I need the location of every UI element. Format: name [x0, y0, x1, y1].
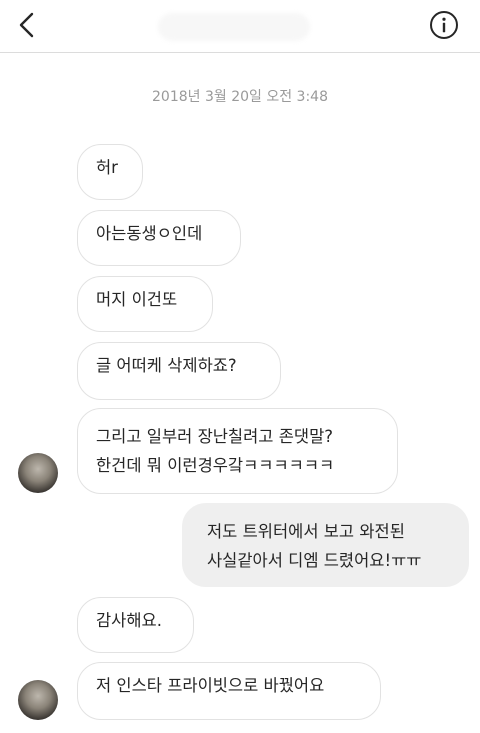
- message-bubble-incoming[interactable]: 그리고 일부러 장난칠려고 존댓말? 한건데 뭐 이런경우갘ㅋㅋㅋㅋㅋㅋ: [77, 408, 398, 494]
- message-text-line: 한건데 뭐 이런경우갘ㅋㅋㅋㅋㅋㅋ: [96, 456, 335, 475]
- chevron-left-icon: [19, 12, 34, 38]
- back-button[interactable]: [10, 8, 44, 42]
- message-text-line: 그리고 일부러 장난칠려고 존댓말?: [96, 427, 334, 446]
- message-text: 허r: [96, 158, 118, 177]
- message-text: 아는동생ㅇ인데: [96, 224, 203, 243]
- dm-thread-screen: 2018년 3월 20일 오전 3:48 허r 아는동생ㅇ인데 머지 이건또 글…: [0, 0, 480, 733]
- message-bubble-incoming[interactable]: 머지 이건또: [77, 276, 213, 332]
- message-bubble-incoming[interactable]: 글 어떠케 삭제하죠?: [77, 342, 281, 400]
- message-bubble-incoming[interactable]: 저 인스타 프라이빗으로 바꿨어요: [77, 662, 381, 720]
- sender-avatar[interactable]: [18, 453, 58, 493]
- message-text: 글 어떠케 삭제하죠?: [96, 356, 237, 375]
- dm-header: [0, 0, 480, 53]
- sender-avatar[interactable]: [18, 680, 58, 720]
- message-bubble-incoming[interactable]: 아는동생ㅇ인데: [77, 210, 241, 266]
- message-bubble-incoming[interactable]: 감사해요.: [77, 597, 194, 653]
- message-bubble-incoming[interactable]: 허r: [77, 144, 143, 200]
- conversation-title-redacted: [158, 13, 310, 41]
- message-text: 머지 이건또: [96, 290, 178, 309]
- info-icon: [430, 11, 458, 39]
- message-text-line: 저도 트위터에서 보고 와전된: [207, 522, 405, 541]
- message-timestamp: 2018년 3월 20일 오전 3:48: [152, 89, 328, 105]
- message-text-line: 사실같아서 디엠 드렸어요!ㅠㅠ: [207, 551, 422, 570]
- message-text: 저 인스타 프라이빗으로 바꿨어요: [96, 676, 325, 695]
- message-bubble-outgoing[interactable]: 저도 트위터에서 보고 와전된 사실같아서 디엠 드렸어요!ㅠㅠ: [182, 503, 469, 587]
- message-text: 감사해요.: [96, 611, 162, 630]
- info-button[interactable]: [427, 8, 461, 42]
